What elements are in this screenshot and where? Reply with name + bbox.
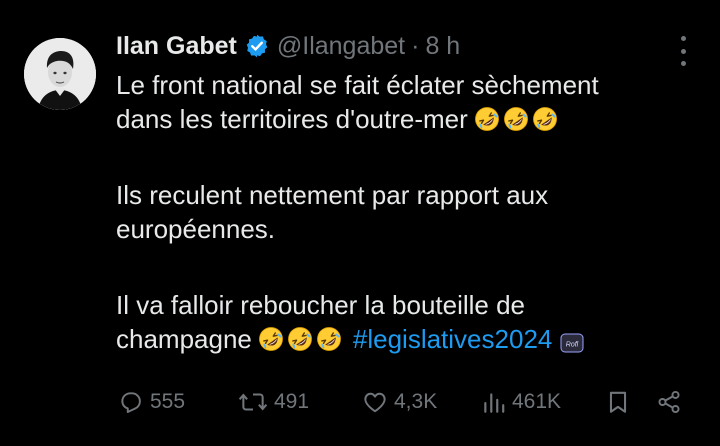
repost-button[interactable]: 491 [238,382,309,422]
avatar[interactable] [24,38,96,110]
header-separator: · [411,31,420,60]
hashtag-link[interactable]: #legislatives2024 [353,322,552,356]
rofl-emoji-icon [474,106,500,132]
repost-count: 491 [274,390,310,413]
tweet-line: européennes. [116,214,276,244]
author-name[interactable]: Ilan Gabet [116,32,237,61]
rofl-emoji-icon [503,106,529,132]
tweet-line-with-hashtag: champagne #legislatives2024 Rofl [116,322,696,356]
like-icon [364,392,386,413]
tweet-header: Ilan Gabet @Ilangabet · 8 h [116,26,460,66]
verified-badge-icon [244,33,270,59]
timestamp[interactable]: 8 h [425,32,460,61]
share-button[interactable] [656,382,688,422]
tweet-line: dans les territoires d'outre-mer [116,104,468,134]
rofl-emoji-icon [287,326,313,352]
action-bar: 555 491 4,3K 461K [0,382,720,422]
repost-icon [238,393,268,411]
bookmark-button[interactable] [606,382,636,422]
reply-icon [121,392,141,413]
like-count: 4,3K [394,390,438,413]
rofl-emoji-icon [532,106,558,132]
bookmark-icon [609,391,627,413]
view-count: 461K [512,390,562,413]
tweet-text: Le front national se fait éclater sèchem… [116,68,696,356]
tweet-line-with-emoji: dans les territoires d'outre-mer [116,102,696,136]
author-handle[interactable]: @Ilangabet [277,32,405,61]
hashtag-sticker-icon: Rofl [560,328,584,353]
emoji-group [258,326,345,352]
more-icon[interactable] [675,36,691,66]
reply-count: 555 [150,390,186,413]
sticker-text: Rofl [566,342,579,349]
tweet-line: Il va falloir reboucher la bouteille de [116,290,526,320]
rofl-emoji-icon [258,326,284,352]
views-button[interactable]: 461K [482,382,561,422]
tweet-line: Le front national se fait éclater sèchem… [116,70,599,100]
reply-button[interactable]: 555 [118,382,185,422]
rofl-emoji-icon [316,326,342,352]
share-icon [658,390,680,414]
tweet-line: Ils reculent nettement par rapport aux [116,180,549,210]
like-button[interactable]: 4,3K [362,382,437,422]
tweet: Ilan Gabet @Ilangabet · 8 h Le front nat… [0,0,720,446]
tweet-line: champagne [116,324,252,354]
emoji-group [474,106,561,132]
views-icon [484,393,505,413]
